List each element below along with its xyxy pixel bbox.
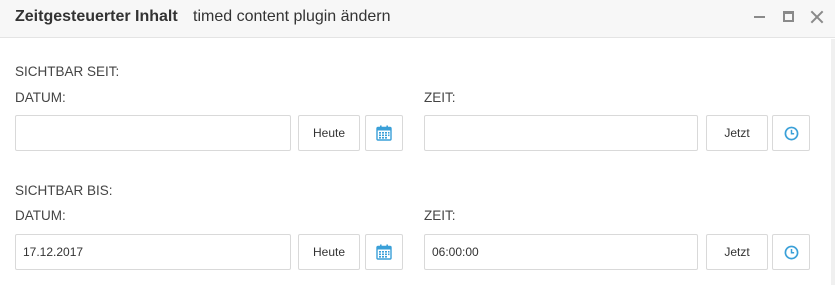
close-icon[interactable] [810, 10, 824, 24]
dialog-subtitle: timed content plugin ändern [193, 8, 391, 25]
visible-from-today-button[interactable]: Heute [298, 115, 360, 151]
maximize-icon[interactable] [782, 10, 796, 24]
calendar-icon [376, 244, 392, 260]
visible-from-time-label: ZEIT: [424, 90, 456, 105]
visible-from-section-label: SICHTBAR SEIT: [15, 64, 120, 79]
minimize-icon[interactable] [753, 10, 767, 24]
dialog-title: Zeitgesteuerter Inhalt [15, 8, 178, 25]
dialog-header: Zeitgesteuerter Inhalt timed content plu… [0, 0, 835, 38]
visible-from-now-button[interactable]: Jetzt [706, 115, 768, 151]
visible-from-date-label: DATUM: [15, 90, 66, 105]
visible-from-calendar-button[interactable] [365, 115, 403, 151]
visible-until-section-label: SICHTBAR BIS: [15, 183, 113, 198]
visible-until-now-button[interactable]: Jetzt [706, 234, 768, 270]
visible-from-date-input[interactable] [15, 115, 291, 151]
visible-until-date-label: DATUM: [15, 208, 66, 223]
visible-from-clock-button[interactable] [772, 115, 810, 151]
visible-until-time-label: ZEIT: [424, 208, 456, 223]
visible-until-time-input[interactable] [424, 234, 698, 270]
visible-until-calendar-button[interactable] [365, 234, 403, 270]
calendar-icon [376, 125, 392, 141]
clock-icon [784, 245, 798, 259]
clock-icon [784, 126, 798, 140]
scrollbar[interactable] [831, 39, 835, 285]
visible-until-date-input[interactable] [15, 234, 291, 270]
visible-until-clock-button[interactable] [772, 234, 810, 270]
visible-until-today-button[interactable]: Heute [298, 234, 360, 270]
visible-from-time-input[interactable] [424, 115, 698, 151]
